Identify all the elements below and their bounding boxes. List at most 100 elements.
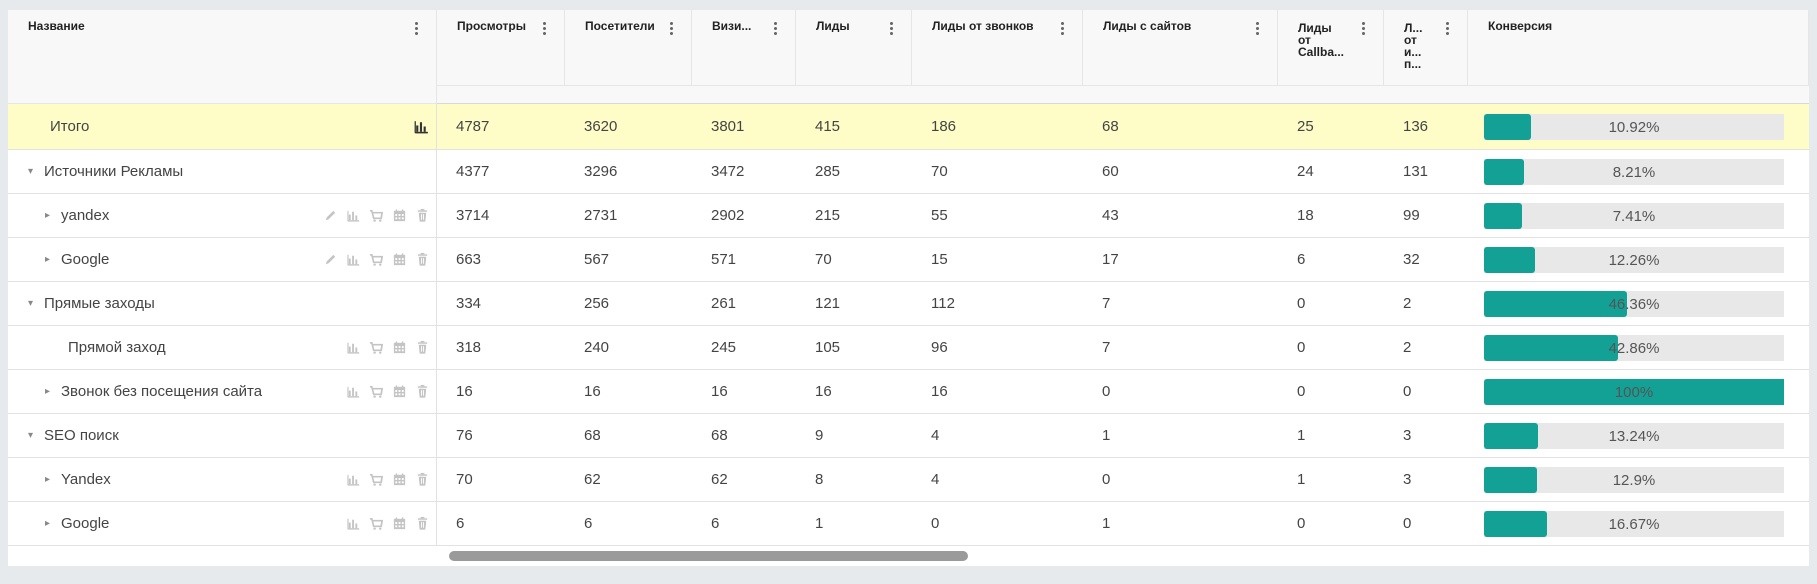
- value-cell: 0: [1278, 326, 1384, 369]
- value-cell: 571: [692, 238, 796, 281]
- report-table: Название Просмотры Посетители Визи... Лиды Ли…: [8, 10, 1809, 566]
- table-row: ▸ yandex 3714 2731 2902 215 55 43 18 99 7.41%: [8, 194, 1809, 238]
- column-header-1[interactable]: Просмотры: [437, 10, 565, 86]
- cart-icon[interactable]: [369, 208, 384, 223]
- column-menu-icon[interactable]: [1256, 22, 1260, 38]
- value-cell: 70: [912, 150, 1083, 193]
- name-cell: ▾ SEO поиск: [8, 414, 437, 457]
- row-tools: [413, 104, 430, 149]
- conversion-value: 12.9%: [1612, 471, 1656, 489]
- column-header-6[interactable]: Лиды с сайтов: [1083, 10, 1278, 86]
- trash-icon[interactable]: [415, 516, 430, 531]
- conversion-value: 46.36%: [1608, 295, 1660, 313]
- stats-icon[interactable]: [346, 252, 361, 267]
- row-name: Итого: [50, 118, 90, 135]
- column-header-label: Посетители: [585, 20, 655, 32]
- horizontal-scrollbar[interactable]: [449, 551, 968, 561]
- trash-icon[interactable]: [415, 340, 430, 355]
- collapse-caret-icon[interactable]: ▾: [28, 166, 40, 177]
- cell-value: 1: [1102, 515, 1111, 532]
- stats-icon[interactable]: [413, 118, 430, 135]
- column-menu-icon[interactable]: [774, 22, 778, 38]
- trash-icon[interactable]: [415, 384, 430, 399]
- cell-value: 60: [1102, 163, 1119, 180]
- column-menu-icon[interactable]: [1446, 22, 1450, 38]
- stats-icon[interactable]: [346, 516, 361, 531]
- conversion-value: 16.67%: [1608, 515, 1660, 533]
- cell-value: 0: [1297, 339, 1306, 356]
- cell-value: 131: [1403, 163, 1429, 180]
- stats-icon[interactable]: [346, 384, 361, 399]
- value-cell: 0: [912, 502, 1083, 545]
- value-cell: 136: [1384, 104, 1468, 149]
- collapse-caret-icon[interactable]: ▾: [28, 430, 40, 441]
- stats-icon[interactable]: [346, 340, 361, 355]
- cell-value: 3: [1403, 471, 1412, 488]
- column-header-0[interactable]: Название: [8, 10, 437, 104]
- conversion-value: 8.21%: [1612, 163, 1656, 181]
- column-menu-icon[interactable]: [415, 22, 419, 38]
- name-cell: ▸ Звонок без посещения сайта: [8, 370, 437, 413]
- trash-icon[interactable]: [415, 252, 430, 267]
- column-header-8[interactable]: Л... от и... п...: [1384, 10, 1468, 86]
- name-cell: ▸ Yandex: [8, 458, 437, 501]
- name-cell: ▸ yandex: [8, 194, 437, 237]
- cell-value: 0: [1403, 515, 1412, 532]
- cell-value: 32: [1403, 251, 1420, 268]
- stats-icon[interactable]: [346, 208, 361, 223]
- calendar-icon[interactable]: [392, 208, 407, 223]
- column-header-3[interactable]: Визи...: [692, 10, 796, 86]
- value-cell: 1: [1278, 414, 1384, 457]
- calendar-icon[interactable]: [392, 340, 407, 355]
- expand-caret-icon[interactable]: ▸: [45, 210, 57, 221]
- table-row: Прямой заход 318 240 245 105 96 7 0 2 42.86%: [8, 326, 1809, 370]
- column-header-9[interactable]: Конверсия: [1468, 10, 1809, 86]
- cell-value: 2: [1403, 295, 1412, 312]
- expand-caret-icon[interactable]: ▸: [45, 518, 57, 529]
- cell-value: 25: [1297, 118, 1314, 135]
- column-header-2[interactable]: Посетители: [565, 10, 692, 86]
- cart-icon[interactable]: [369, 252, 384, 267]
- conversion-bar: 8.21%: [1484, 159, 1784, 185]
- cell-value: 2: [1403, 339, 1412, 356]
- calendar-icon[interactable]: [392, 252, 407, 267]
- cell-value: 8: [815, 471, 824, 488]
- cart-icon[interactable]: [369, 340, 384, 355]
- calendar-icon[interactable]: [392, 384, 407, 399]
- cell-value: 245: [711, 339, 737, 356]
- value-cell: 3620: [565, 104, 692, 149]
- column-header-7[interactable]: Лиды от Callba...: [1278, 10, 1384, 86]
- value-cell: 2731: [565, 194, 692, 237]
- trash-icon[interactable]: [415, 472, 430, 487]
- cart-icon[interactable]: [369, 516, 384, 531]
- expand-caret-icon[interactable]: ▸: [45, 254, 57, 265]
- expand-caret-icon[interactable]: ▸: [45, 386, 57, 397]
- trash-icon[interactable]: [415, 208, 430, 223]
- column-menu-icon[interactable]: [670, 22, 674, 38]
- stats-icon[interactable]: [346, 472, 361, 487]
- column-menu-icon[interactable]: [543, 22, 547, 38]
- cell-value: 4: [931, 471, 940, 488]
- cell-value: 186: [931, 118, 957, 135]
- calendar-icon[interactable]: [392, 472, 407, 487]
- column-menu-icon[interactable]: [1061, 22, 1065, 38]
- cart-icon[interactable]: [369, 384, 384, 399]
- cell-value: 70: [815, 251, 832, 268]
- column-header-4[interactable]: Лиды: [796, 10, 912, 86]
- calendar-icon[interactable]: [392, 516, 407, 531]
- column-menu-icon[interactable]: [1362, 22, 1366, 38]
- column-menu-icon[interactable]: [890, 22, 894, 38]
- cell-value: 70: [456, 471, 473, 488]
- cell-value: 16: [931, 383, 948, 400]
- cart-icon[interactable]: [369, 472, 384, 487]
- value-cell: 0: [1083, 370, 1278, 413]
- name-cell: ▸ Google: [8, 238, 437, 281]
- row-name: Прямой заход: [68, 339, 166, 356]
- collapse-caret-icon[interactable]: ▾: [28, 298, 40, 309]
- edit-icon[interactable]: [323, 208, 338, 223]
- edit-icon[interactable]: [323, 252, 338, 267]
- column-header-5[interactable]: Лиды от звонков: [912, 10, 1083, 86]
- cell-value: 2731: [584, 207, 618, 224]
- cell-value: 1: [1102, 427, 1111, 444]
- expand-caret-icon[interactable]: ▸: [45, 474, 57, 485]
